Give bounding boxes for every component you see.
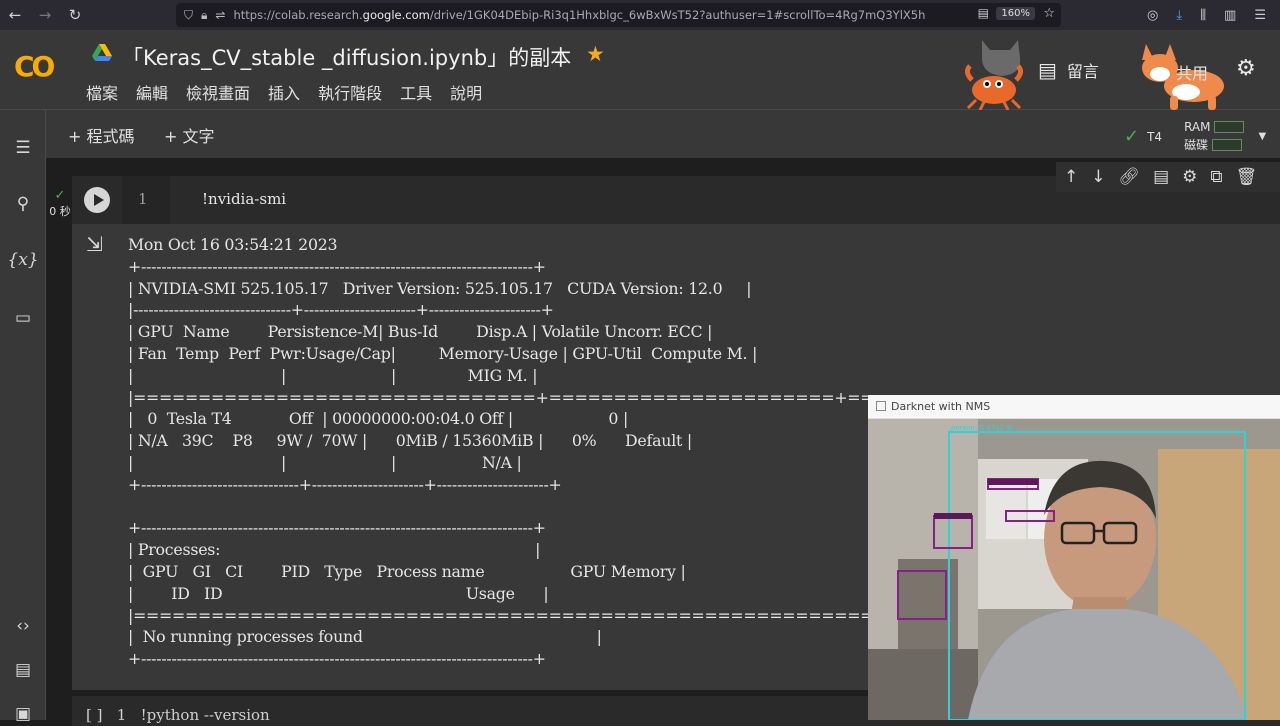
colab-header: CO 「Keras_CV_stable _diffusion.ipynb」的副本…: [0, 30, 1280, 111]
lock-icon: 🔒︎: [201, 7, 208, 22]
play-icon: [93, 194, 104, 206]
favorite-star-icon[interactable]: ★: [586, 42, 605, 66]
shield-icon: ⛉: [184, 7, 194, 22]
menu-tools[interactable]: 工具: [400, 80, 432, 104]
menu-insert[interactable]: 插入: [268, 80, 300, 104]
menu-bar: 檔案 編輯 檢視畫面 插入 執行階段 工具 說明: [86, 80, 482, 104]
notebook-title[interactable]: 「Keras_CV_stable _diffusion.ipynb」的副本: [122, 42, 571, 72]
variables-icon[interactable]: {x}: [0, 250, 46, 270]
output-actions-icon[interactable]: ⇲: [86, 232, 103, 256]
permissions-icon: ⇌: [215, 8, 226, 22]
code-editor[interactable]: !nvidia-smi: [202, 190, 286, 208]
cell-toolbar: ↑ ↓ 🔗︎ ▤ ⚙ ⧉ 🗑︎: [1056, 162, 1280, 192]
settings-gear-icon[interactable]: ⚙: [1236, 56, 1256, 81]
comment-icon: ▤: [1038, 58, 1057, 82]
address-bar[interactable]: ⛉ 🔒︎ ⇌ https://colab.research.google.com…: [176, 3, 1061, 27]
pocket-icon[interactable]: ◎: [1147, 8, 1158, 23]
disk-label: 磁碟: [1184, 138, 1209, 152]
window-icon: [876, 401, 886, 411]
executed-check-icon: ✓: [54, 188, 66, 203]
files-folder-icon[interactable]: ▭: [0, 308, 46, 328]
download-icon[interactable]: ⤓: [1176, 8, 1182, 23]
google-drive-icon[interactable]: [92, 44, 112, 62]
search-icon[interactable]: ⚲: [0, 194, 46, 214]
library-icon[interactable]: ⫼: [1200, 8, 1206, 23]
browser-extensions: ◎ ⤓ ⫼ ▥ ☰: [1147, 0, 1280, 30]
resource-meters: RAM 磁碟: [1184, 120, 1245, 153]
execution-status: ✓ 0 秒: [48, 188, 72, 219]
browser-toolbar: ← → ↻ ⛉ 🔒︎ ⇌ https://colab.research.goog…: [0, 0, 1280, 30]
cell-settings-icon[interactable]: ⚙: [1182, 167, 1197, 187]
webcam-title: Darknet with NMS: [891, 400, 991, 413]
add-text-cell-button[interactable]: + 文字: [164, 123, 215, 147]
forward-icon[interactable]: →: [30, 6, 60, 24]
connected-check-icon: ✓: [1124, 126, 1140, 147]
add-code-cell-button[interactable]: + 程式碼: [68, 123, 135, 147]
comment-button[interactable]: ▤ 留言: [1038, 58, 1099, 82]
bookmark-star-icon[interactable]: ☆: [1043, 6, 1055, 21]
runtime-dropdown-icon[interactable]: ▼: [1258, 131, 1266, 142]
runtime-status[interactable]: ✓ T4 RAM 磁碟 ▼: [1124, 120, 1266, 153]
menu-runtime[interactable]: 執行階段: [318, 80, 382, 104]
webcam-window[interactable]: Darknet with NMS person: 0.9712 %: [868, 395, 1280, 720]
cell-output: ⇲ Mon Oct 16 03:54:21 2023 +-------------…: [72, 224, 1138, 690]
comment-label: 留言: [1066, 62, 1099, 81]
menu-icon[interactable]: ☰: [1254, 8, 1266, 23]
runtime-type: T4: [1147, 129, 1163, 144]
ram-label: RAM: [1184, 120, 1211, 134]
back-icon[interactable]: ←: [0, 6, 30, 24]
move-up-icon[interactable]: ↑: [1064, 167, 1078, 187]
move-down-icon[interactable]: ↓: [1091, 167, 1105, 187]
detection-label: person: 0.9712 %: [951, 424, 1013, 432]
delete-icon[interactable]: 🗑︎: [1236, 167, 1258, 187]
menu-help[interactable]: 說明: [450, 80, 482, 104]
crab-cat-sticker: [964, 40, 1024, 111]
link-icon[interactable]: 🔗︎: [1119, 167, 1141, 187]
left-sidebar: ☰ ⚲ {x} ▭ ‹› ▤ ▣: [0, 110, 46, 724]
ram-meter: [1214, 121, 1245, 133]
menu-file[interactable]: 檔案: [86, 80, 118, 104]
command-palette-icon[interactable]: ▤: [0, 660, 46, 680]
mirror-cell-icon[interactable]: ⧉: [1210, 167, 1222, 187]
next-cell-code: [ ] 1 !python --version: [86, 706, 270, 724]
code-snippets-icon[interactable]: ‹›: [0, 616, 46, 636]
sidebar-icon[interactable]: ▥: [1224, 8, 1236, 23]
share-button[interactable]: 共用: [1176, 60, 1208, 84]
comment-cell-icon[interactable]: ▤: [1153, 167, 1169, 187]
reader-view-icon[interactable]: ▤: [978, 6, 989, 20]
table-of-contents-icon[interactable]: ☰: [0, 138, 46, 158]
menu-view[interactable]: 檢視畫面: [186, 80, 250, 104]
run-cell-button[interactable]: [84, 187, 110, 213]
notebook-toolbar: + 程式碼 + 文字 ✓ T4 RAM 磁碟 ▼: [46, 110, 1280, 158]
url-text: https://colab.research.google.com/drive/…: [233, 8, 926, 22]
execution-time: 0 秒: [49, 205, 71, 218]
reload-icon[interactable]: ↻: [60, 6, 90, 24]
webcam-video: person: 0.9712 %: [868, 419, 1280, 720]
terminal-icon[interactable]: ▣: [0, 704, 46, 724]
colab-logo[interactable]: CO: [14, 50, 55, 83]
disk-meter: [1212, 138, 1243, 151]
zoom-level[interactable]: 160%: [996, 7, 1035, 20]
webcam-titlebar: Darknet with NMS: [868, 395, 1280, 419]
line-number: 1: [138, 190, 148, 208]
menu-edit[interactable]: 編輯: [136, 80, 168, 104]
